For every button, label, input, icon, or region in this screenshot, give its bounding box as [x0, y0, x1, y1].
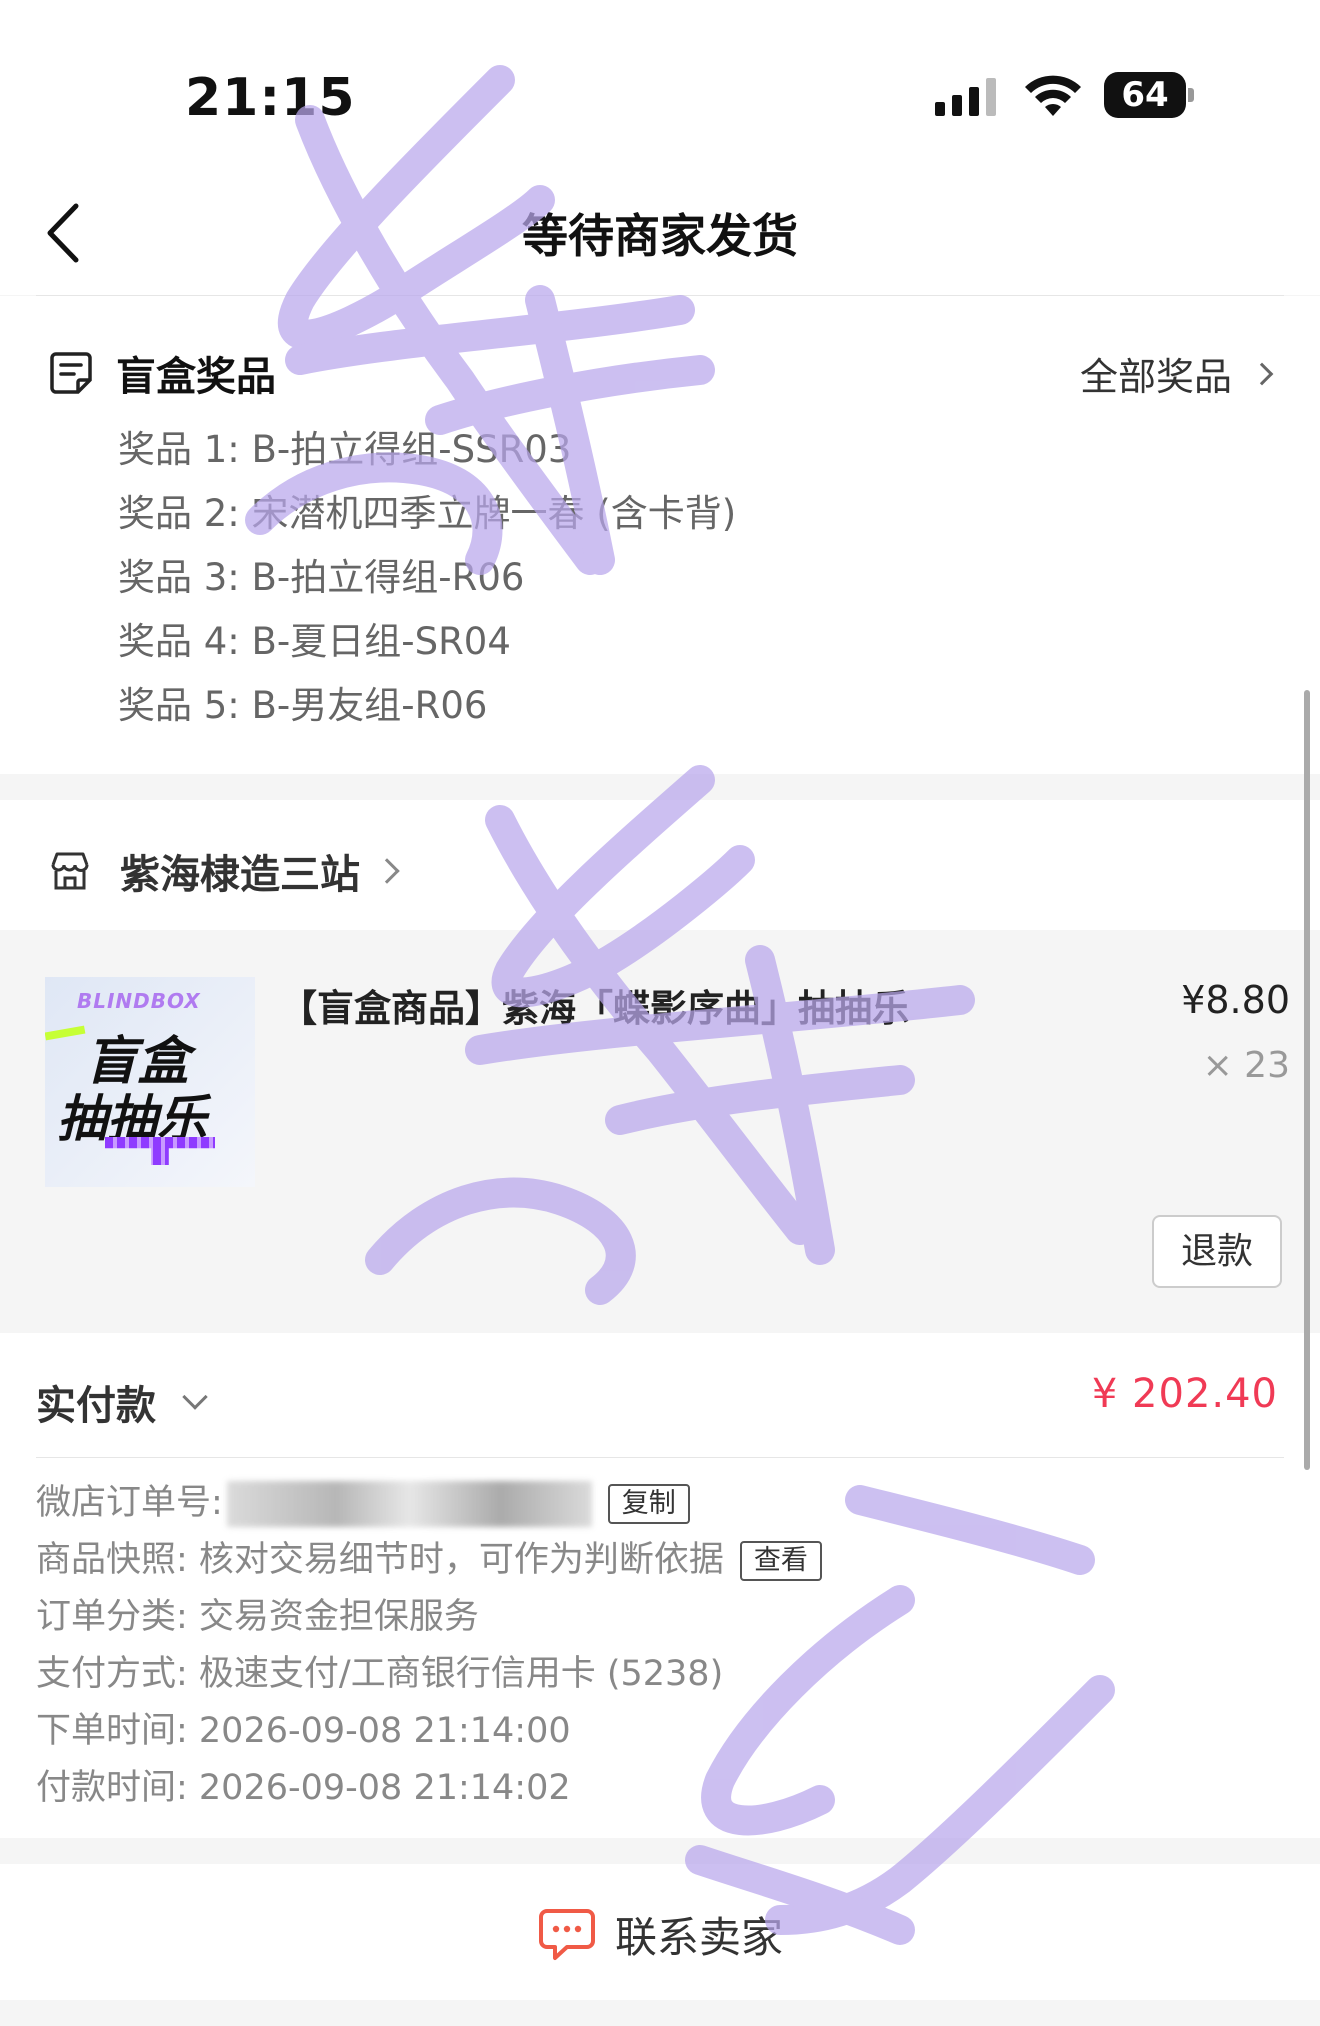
product-thumbnail: BLINDBOX 盲盒 抽抽乐: [45, 977, 255, 1187]
order-info-list: 微店订单号: 复制 商品快照: 核对交易细节时，可作为判断依据 查看 订单分类:…: [36, 1475, 822, 1817]
order-number-redacted: [226, 1480, 592, 1527]
nav-bar: 等待商家发货: [0, 160, 1320, 295]
order-number-row: 微店订单号: 复制: [36, 1475, 822, 1532]
prize-header: 盲盒奖品: [48, 344, 276, 402]
copy-button[interactable]: 复制: [607, 1483, 690, 1524]
chevron-down-icon: [182, 1384, 208, 1410]
pay-time-row: 付款时间: 2026-09-08 21:14:02: [36, 1768, 571, 1808]
wifi-icon: [1025, 75, 1081, 116]
prize-item: 奖品 4: B-夏日组-SR04: [118, 620, 511, 663]
prize-card: 盲盒奖品 全部奖品 奖品 1: B-拍立得组-SSR03 奖品 2: 宋潜机四季…: [0, 296, 1320, 774]
contact-seller-button[interactable]: 联系卖家: [0, 1904, 1320, 1965]
prize-list-icon: [50, 352, 92, 394]
shop-row[interactable]: 紫海棣造三站: [48, 842, 400, 900]
view-snapshot-button[interactable]: 查看: [739, 1540, 822, 1581]
shop-name: 紫海棣造三站: [120, 852, 360, 898]
prize-section-title: 盲盒奖品: [116, 354, 276, 400]
all-prizes-link[interactable]: 全部奖品: [1079, 346, 1274, 401]
battery-icon: 64: [1104, 72, 1194, 118]
page-title: 等待商家发货: [522, 209, 798, 263]
payment-method-row: 支付方式: 极速支付/工商银行信用卡 (5238): [36, 1654, 724, 1694]
prize-item: 奖品 2: 宋潜机四季立牌一春 (含卡背): [118, 492, 737, 535]
shop-card[interactable]: 紫海棣造三站: [0, 800, 1320, 930]
prize-item: 奖品 3: B-拍立得组-R06: [118, 556, 525, 599]
prize-item: 奖品 1: B-拍立得组-SSR03: [118, 428, 572, 471]
refund-button[interactable]: 退款: [1152, 1215, 1282, 1288]
contact-card: 联系卖家: [0, 1864, 1320, 2000]
shop-icon: [51, 852, 89, 890]
status-time: 21:15: [185, 68, 356, 128]
contact-seller-label: 联系卖家: [614, 1913, 783, 1962]
payment-card: 实付款 ¥ 202.40 微店订单号: 复制 商品快照: 核对交易细节时，可作为…: [0, 1333, 1320, 1838]
prize-item: 奖品 5: B-男友组-R06: [118, 684, 488, 727]
order-category-row: 订单分类: 交易资金担保服务: [36, 1597, 479, 1637]
pixel-sunglasses-icon: [105, 1137, 215, 1165]
divider: [36, 1457, 1284, 1458]
order-number-label: 微店订单号:: [36, 1483, 223, 1523]
all-prizes-label: 全部奖品: [1079, 355, 1232, 399]
product-quantity: × 23: [1202, 1045, 1290, 1086]
snapshot-text: 商品快照: 核对交易细节时，可作为判断依据: [36, 1540, 724, 1580]
chevron-right-icon: [374, 858, 400, 884]
product-title: 【盲盒商品】紫海「蝶影序曲」抽抽乐: [280, 987, 909, 1030]
chevron-right-icon: [1250, 362, 1274, 385]
battery-level: 64: [1104, 72, 1186, 118]
cellular-signal-icon: [935, 78, 996, 116]
thumbnail-brand: BLINDBOX: [77, 989, 201, 1013]
paid-label: 实付款: [36, 1383, 156, 1429]
paid-toggle[interactable]: 实付款: [36, 1373, 208, 1431]
paid-amount: ¥ 202.40: [1091, 1371, 1278, 1417]
product-price: ¥8.80: [1181, 978, 1290, 1022]
order-time-row: 下单时间: 2026-09-08 21:14:00: [36, 1711, 571, 1751]
snapshot-row: 商品快照: 核对交易细节时，可作为判断依据 查看: [36, 1532, 822, 1589]
prize-list: 奖品 1: B-拍立得组-SSR03 奖品 2: 宋潜机四季立牌一春 (含卡背)…: [118, 418, 736, 738]
scrollbar[interactable]: [1304, 690, 1310, 1470]
product-item[interactable]: BLINDBOX 盲盒 抽抽乐 【盲盒商品】紫海「蝶影序曲」抽抽乐 ¥8.80 …: [0, 930, 1320, 1333]
chat-bubble-icon: [538, 1908, 595, 1960]
